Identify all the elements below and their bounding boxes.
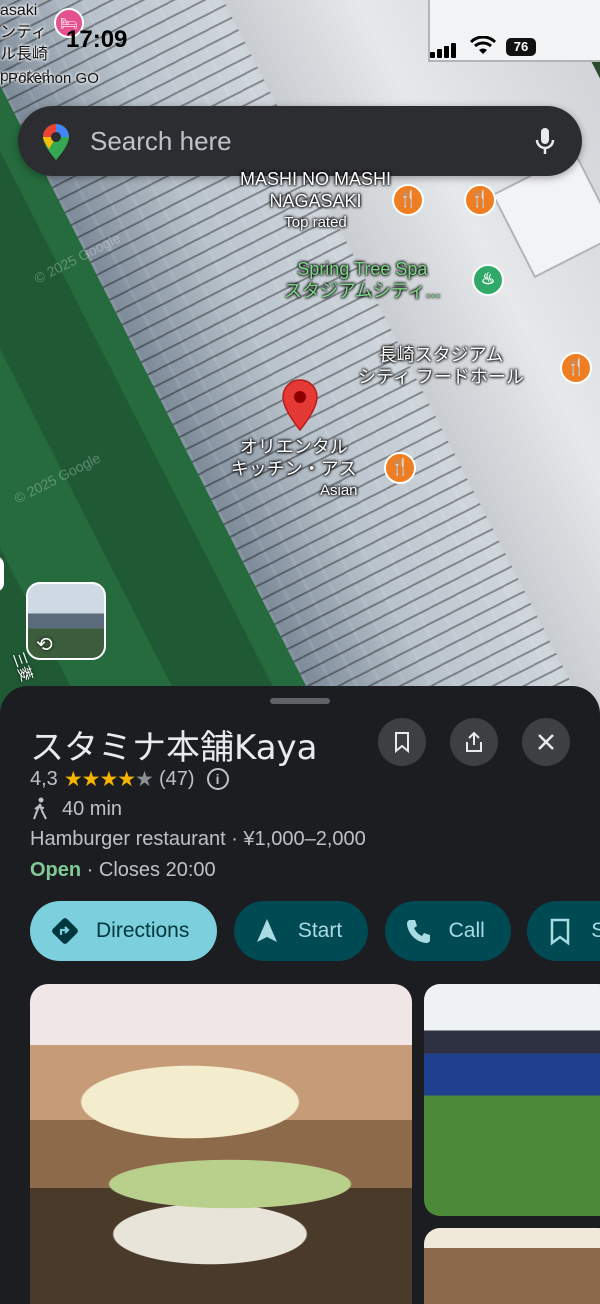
call-label: Call <box>448 919 485 942</box>
poi-mashi-no-mashi[interactable]: MASHI NO MASHI NAGASAKI Top rated <box>240 168 391 234</box>
bookmark-icon <box>551 918 570 946</box>
start-button[interactable]: Start <box>233 901 369 961</box>
food-icon[interactable]: 🍴 <box>384 452 416 484</box>
close-button[interactable] <box>522 718 570 766</box>
poi-label: 長崎スタジアム シティ フードホール <box>358 345 524 387</box>
phone-icon <box>406 920 430 943</box>
battery-indicator: 76 <box>506 38 536 56</box>
walk-time: 40 min <box>62 797 123 820</box>
poi-oriental-kitchen[interactable]: オリエンタル キッチン・アス Asian <box>230 436 358 502</box>
save-button[interactable] <box>378 718 426 766</box>
poi-food-hall[interactable]: 長崎スタジアム シティ フードホール <box>358 344 524 388</box>
spa-icon[interactable]: ♨ <box>472 264 504 296</box>
bookmark-icon <box>395 732 409 754</box>
google-maps-logo-icon <box>43 124 69 160</box>
navigation-icon <box>256 919 277 942</box>
hours-row[interactable]: Open · Closes 20:00 <box>30 859 216 882</box>
microphone-icon[interactable] <box>534 126 556 156</box>
closing-time: · Closes 20:00 <box>81 859 216 881</box>
map-view[interactable]: © 2025 Google © 2025 Google asaki ンティ ル長… <box>0 0 600 720</box>
wifi-icon <box>470 36 496 54</box>
review-count[interactable]: (47) <box>159 768 195 791</box>
photo-food[interactable] <box>30 984 412 1304</box>
poi-sublabel: Asian <box>320 482 358 499</box>
poi-label: オリエンタル キッチン・アス <box>230 437 357 479</box>
save-label: Sa <box>591 919 600 942</box>
food-icon[interactable]: 🍴 <box>392 184 424 216</box>
walk-time-row: 40 min <box>30 796 122 822</box>
poi-label: Spring Tree Spa スタジアムシティ... <box>284 259 441 301</box>
photo-stadium[interactable] <box>424 984 600 1216</box>
directions-icon <box>52 918 78 944</box>
action-chips: Directions Start Call Sa <box>30 901 600 961</box>
place-details-sheet[interactable]: スタミナ本舗Kaya 4,3 ★★★★★ (47) i 40 min Hambu… <box>0 686 600 1304</box>
call-button[interactable]: Call <box>384 901 511 961</box>
red-pin-icon[interactable] <box>280 378 320 432</box>
search-bar[interactable]: Search here <box>18 106 582 176</box>
rating-row[interactable]: 4,3 ★★★★★ (47) i <box>30 766 229 792</box>
food-icon[interactable]: 🍴 <box>560 352 592 384</box>
poi-label: MASHI NO MASHI NAGASAKI <box>240 169 392 211</box>
close-icon <box>538 734 554 750</box>
search-input[interactable]: Search here <box>90 126 232 157</box>
directions-button[interactable]: Directions <box>30 901 218 961</box>
cellular-signal-icon <box>430 40 458 58</box>
share-button[interactable] <box>450 718 498 766</box>
star-rating-icon: ★★★★★ <box>63 767 154 791</box>
open-status: Open <box>30 859 82 881</box>
clock: 17:09 <box>66 26 128 53</box>
directions-label: Directions <box>96 919 190 942</box>
rating-value: 4,3 <box>30 767 58 790</box>
save-chip-button[interactable]: Sa <box>527 901 600 961</box>
street-view-icon: ⟲ <box>36 634 53 656</box>
sheet-drag-handle[interactable] <box>270 698 330 704</box>
food-icon[interactable]: 🍴 <box>464 184 496 216</box>
street-view-thumbnail[interactable]: ⟲ <box>26 582 106 660</box>
category-price: Hamburger restaurant · ¥1,000–2,000 <box>30 828 366 850</box>
start-label: Start <box>297 919 343 942</box>
share-icon <box>466 731 482 752</box>
info-icon[interactable]: i <box>206 768 229 790</box>
poi-spring-tree-spa[interactable]: Spring Tree Spa スタジアムシティ... <box>284 258 441 302</box>
back-to-app-label[interactable]: Pokemon GO <box>8 70 99 87</box>
photo-interior[interactable] <box>424 1228 600 1304</box>
poi-sublabel: Top rated <box>284 214 347 231</box>
place-title: スタミナ本舗Kaya <box>30 728 318 768</box>
walking-icon <box>33 797 47 820</box>
